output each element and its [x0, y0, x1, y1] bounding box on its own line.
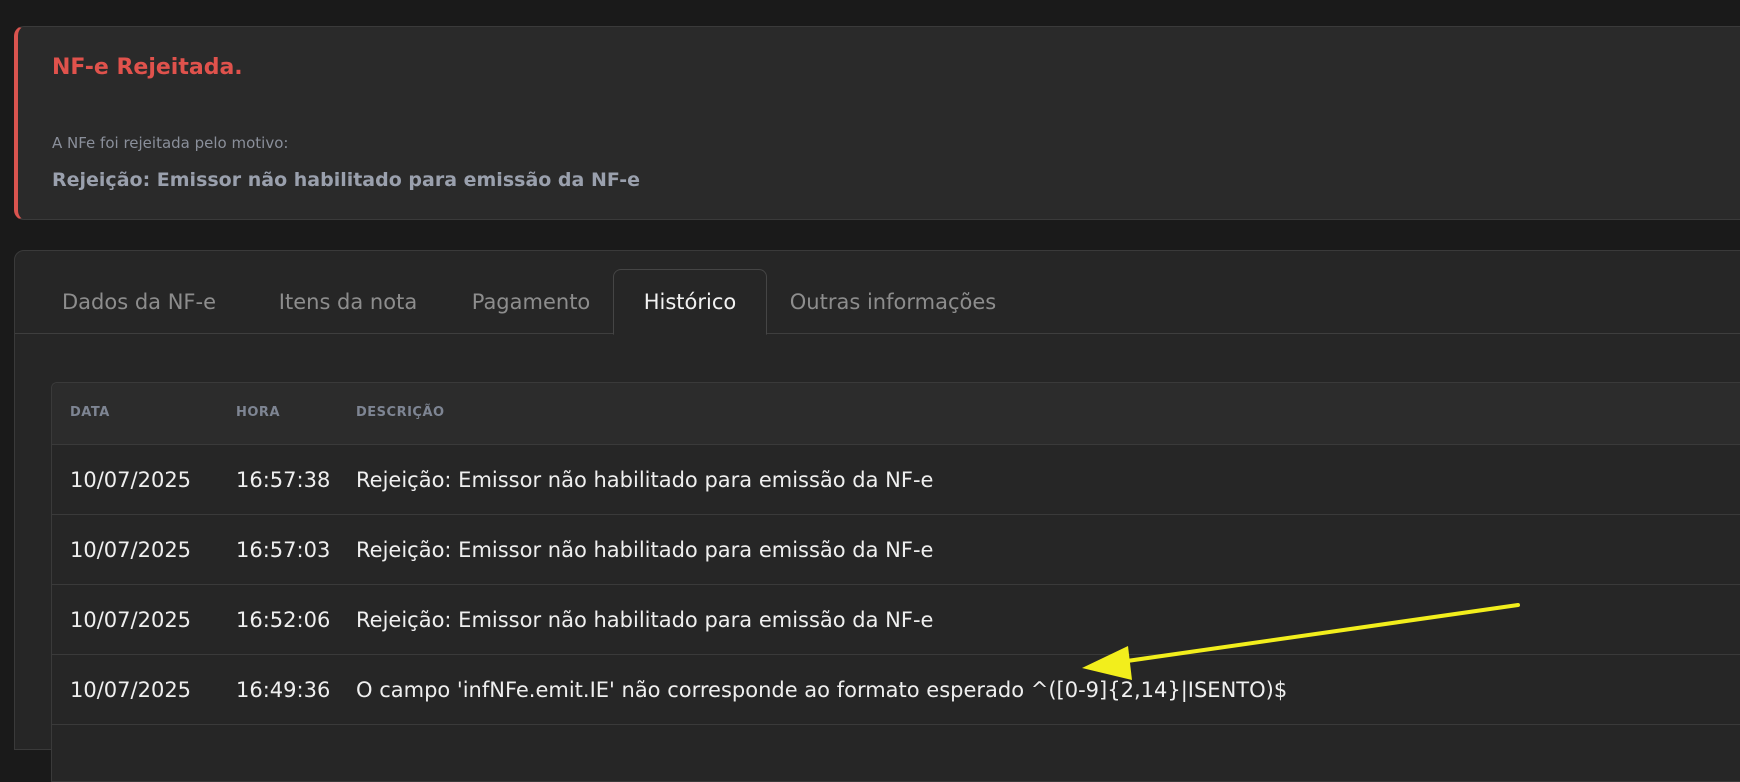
- cell-hora: 16:57:38: [236, 468, 331, 492]
- table-row: 10/07/2025 16:57:03 Rejeição: Emissor nã…: [52, 515, 1740, 585]
- tab-historico[interactable]: Histórico: [613, 269, 767, 335]
- table-header: DATA HORA DESCRIÇÃO: [52, 383, 1740, 445]
- cell-hora: 16:57:03: [236, 538, 331, 562]
- cell-descricao: Rejeição: Emissor não habilitado para em…: [356, 538, 934, 562]
- cell-descricao: O campo 'infNFe.emit.IE' não corresponde…: [356, 678, 1288, 702]
- history-table: DATA HORA DESCRIÇÃO 10/07/2025 16:57:38 …: [51, 382, 1740, 782]
- cell-data: 10/07/2025: [70, 608, 192, 632]
- alert-title: NF-e Rejeitada.: [52, 55, 243, 80]
- tab-pagamento[interactable]: Pagamento: [455, 269, 607, 334]
- cell-data: 10/07/2025: [70, 538, 192, 562]
- tab-dados-nfe[interactable]: Dados da NF-e: [37, 269, 241, 334]
- tab-bar: Dados da NF-e Itens da nota Pagamento Hi…: [15, 269, 1740, 335]
- table-row: 10/07/2025 16:57:38 Rejeição: Emissor nã…: [52, 445, 1740, 515]
- tab-outras-informacoes[interactable]: Outras informações: [775, 269, 1011, 334]
- nfe-details-panel: Dados da NF-e Itens da nota Pagamento Hi…: [14, 250, 1740, 782]
- cell-data: 10/07/2025: [70, 678, 192, 702]
- cell-descricao: Rejeição: Emissor não habilitado para em…: [356, 468, 934, 492]
- tab-itens-nota[interactable]: Itens da nota: [265, 269, 431, 334]
- alert-subtitle: A NFe foi rejeitada pelo motivo:: [52, 134, 289, 152]
- alert-reason: Rejeição: Emissor não habilitado para em…: [52, 169, 641, 191]
- column-header-hora: HORA: [236, 405, 281, 420]
- table-row: 10/07/2025 16:49:36 O campo 'infNFe.emit…: [52, 655, 1740, 725]
- column-header-descricao: DESCRIÇÃO: [356, 405, 445, 420]
- table-row: 10/07/2025 16:52:06 Rejeição: Emissor nã…: [52, 585, 1740, 655]
- cell-hora: 16:49:36: [236, 678, 331, 702]
- rejection-alert: NF-e Rejeitada. A NFe foi rejeitada pelo…: [14, 26, 1740, 220]
- cell-data: 10/07/2025: [70, 468, 192, 492]
- cell-hora: 16:52:06: [236, 608, 331, 632]
- column-header-data: DATA: [70, 405, 110, 420]
- cell-descricao: Rejeição: Emissor não habilitado para em…: [356, 608, 934, 632]
